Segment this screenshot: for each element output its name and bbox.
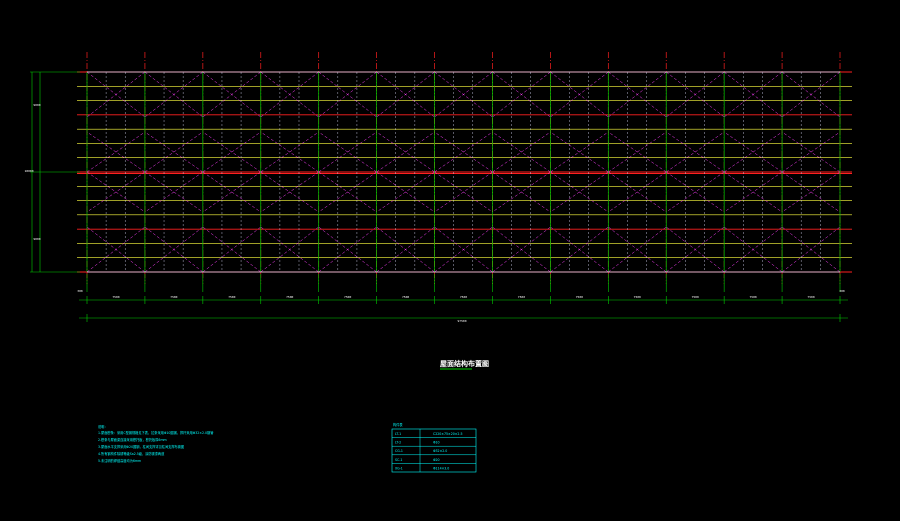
notes-heading: 说明： (98, 424, 108, 429)
table-cell-code: LT-2 (395, 441, 401, 445)
total-span-label: 18000 (24, 169, 33, 173)
note-line: 3.屋面水平支撑采用Φ20圆钢，柱间支撑详见柱间支撑布置图 (98, 444, 184, 449)
bay-dimension-label: 7500 (228, 295, 235, 299)
drawing-scale: 1:100 (478, 363, 487, 367)
bay-dimension-label: 7500 (286, 295, 293, 299)
note-line: 5.未注明的焊缝高度均为6mm (98, 458, 141, 463)
total-length-label: 97500 (457, 319, 466, 323)
table-cell-spec: Φ10 (433, 441, 440, 445)
bay-dimension-label: 7500 (112, 295, 119, 299)
bay-dimension-label: 7500 (518, 295, 525, 299)
note-line: 4.所有钢构件除锈等级Sa2.5级，涂防锈漆两道 (98, 451, 165, 456)
member-table: 构件表 LT-1 C220×75×20×2.5 LT-2 Φ10 CG-1 Φ3… (391, 422, 477, 473)
bay-dimension-label: 7500 (576, 295, 583, 299)
bay-dimension-label: 7500 (634, 295, 641, 299)
bay-dimension-label: 7500 (170, 295, 177, 299)
table-cell-spec: C220×75×20×2.5 (433, 432, 463, 436)
bay-dimension-label: 7500 (460, 295, 467, 299)
note-line: 1.屋面檩条：采用C型钢规格见下表，拉条采用Φ10圆钢，撑杆采用Φ32×2.0钢… (98, 430, 213, 435)
bay-dimension-label: 7500 (807, 295, 814, 299)
roof-framing-plan (77, 52, 852, 292)
drawing-title-block: 屋面结构布置图 1:100 (440, 359, 489, 370)
bay-dimension-label: 7500 (749, 295, 756, 299)
table-cell-code: CG-1 (395, 449, 403, 453)
bay-dimension-label: 7500 (402, 295, 409, 299)
span-label-top: 9000 (33, 103, 40, 107)
dimension-lines (30, 71, 848, 322)
table-heading: 构件表 (393, 422, 403, 427)
table-cell-code: LT-1 (395, 432, 401, 436)
cad-drawing-canvas: 97500 300 300 9000 9000 18000 7500 7500 75… (24, 52, 852, 473)
table-cell-code: XG-1 (395, 466, 403, 470)
table-cell-spec: Φ114×3.0 (433, 466, 449, 470)
note-line: 2.檩条与屋面梁连接采用檩托板，檩托板厚6mm (98, 437, 167, 442)
table-cell-code: SC-1 (395, 458, 402, 462)
span-label-bottom: 9000 (33, 237, 40, 241)
bay-dimension-label: 7500 (692, 295, 699, 299)
table-cell-spec: Φ20 (433, 458, 440, 462)
end-offset-left-label: 300 (77, 289, 83, 293)
bay-dimension-label: 7500 (344, 295, 351, 299)
general-notes: 说明： 1.屋面檩条：采用C型钢规格见下表，拉条采用Φ10圆钢，撑杆采用Φ32×… (98, 424, 213, 463)
table-cell-spec: Φ32×2.0 (433, 449, 447, 453)
end-offset-right-label: 300 (839, 289, 845, 293)
